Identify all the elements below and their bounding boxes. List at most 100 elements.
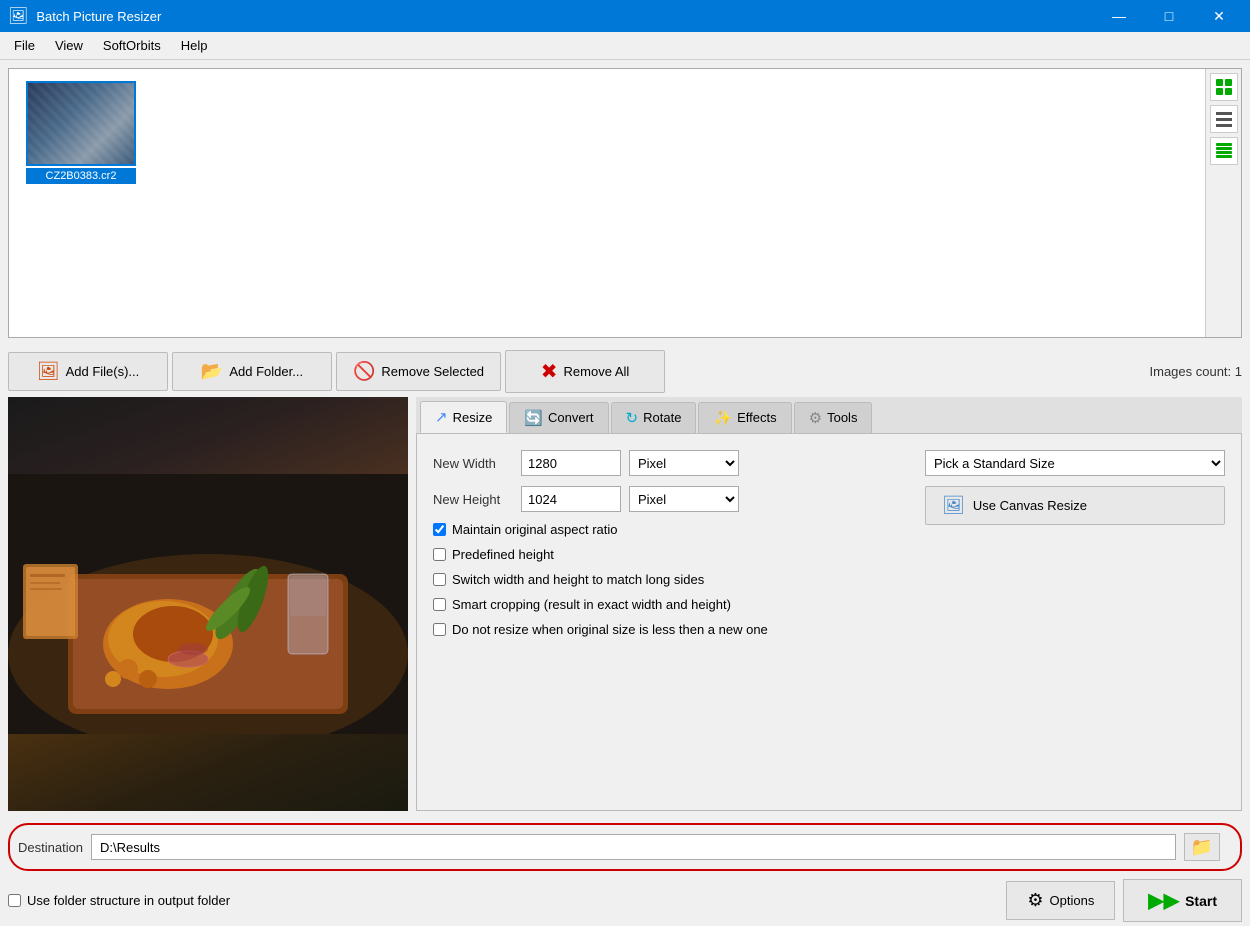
start-arrow-icon: ▶▶ (1148, 888, 1179, 913)
add-folder-label: Add Folder... (229, 364, 303, 379)
bottom-area: ↗ Resize 🔄 Convert ↻ Rotate ✨ Effects ⚙ (0, 397, 1250, 819)
add-files-label: Add File(s)... (66, 364, 140, 379)
width-label: New Width (433, 456, 513, 471)
images-count: Images count: 1 (1150, 364, 1243, 379)
maximize-button[interactable]: □ (1146, 0, 1192, 32)
app-title: Batch Picture Resizer (36, 9, 1096, 24)
title-bar: 🖼 Batch Picture Resizer — □ ✕ (0, 0, 1250, 32)
effects-tab-icon: ✨ (713, 409, 732, 427)
width-row: New Width Pixel Percent Centimeter Inch (433, 450, 885, 476)
height-label: New Height (433, 492, 513, 507)
food-preview-svg (8, 474, 408, 734)
options-button[interactable]: ⚙ Options (1006, 881, 1115, 920)
thumbnail-image (28, 83, 134, 164)
options-label: Options (1050, 893, 1095, 908)
remove-selected-icon: 🚫 (353, 361, 375, 382)
close-button[interactable]: ✕ (1196, 0, 1242, 32)
menu-file[interactable]: File (4, 34, 45, 57)
predefined-height-checkbox[interactable] (433, 548, 446, 561)
tab-resize[interactable]: ↗ Resize (420, 401, 507, 433)
detail-icon (1215, 142, 1233, 160)
effects-tab-label: Effects (737, 410, 777, 425)
height-row: New Height Pixel Percent Centimeter Inch (433, 486, 885, 512)
rotate-tab-label: Rotate (643, 410, 681, 425)
maintain-aspect-label: Maintain original aspect ratio (452, 522, 617, 537)
browse-icon: 📁 (1191, 837, 1213, 858)
no-resize-label: Do not resize when original size is less… (452, 622, 768, 637)
tab-tools[interactable]: ⚙ Tools (794, 402, 873, 433)
no-resize-checkbox[interactable] (433, 623, 446, 636)
add-folder-icon: 📂 (201, 361, 223, 382)
convert-tab-icon: 🔄 (524, 409, 543, 427)
menu-bar: File View SoftOrbits Help (0, 32, 1250, 60)
resize-right-col: Pick a Standard Size 🖼 Use Canvas Resize (925, 450, 1225, 525)
start-label: Start (1185, 893, 1217, 909)
use-folder-structure-row: Use folder structure in output folder (8, 893, 230, 908)
predefined-height-row: Predefined height (433, 547, 885, 562)
canvas-resize-button[interactable]: 🖼 Use Canvas Resize (925, 486, 1225, 525)
destination-input[interactable] (91, 834, 1176, 860)
width-unit-select[interactable]: Pixel Percent Centimeter Inch (629, 450, 739, 476)
width-input[interactable] (521, 450, 621, 476)
canvas-resize-icon: 🖼 (942, 495, 965, 516)
options-gear-icon: ⚙ (1027, 890, 1043, 911)
grid-icon (1215, 78, 1233, 96)
action-bar: 🖼 Add File(s)... 📂 Add Folder... 🚫 Remov… (0, 346, 1250, 397)
resize-tab-panel: New Width Pixel Percent Centimeter Inch (416, 434, 1242, 811)
preview-image (8, 397, 408, 811)
menu-view[interactable]: View (45, 34, 93, 57)
preview-panel (8, 397, 408, 811)
add-files-icon: 🖼 (37, 361, 60, 382)
canvas-resize-label: Use Canvas Resize (973, 498, 1087, 513)
maintain-aspect-row: Maintain original aspect ratio (433, 522, 885, 537)
main-container: CZ2B0383.cr2 (0, 60, 1250, 926)
menu-softorbits[interactable]: SoftOrbits (93, 34, 171, 57)
tab-content-panel: ↗ Resize 🔄 Convert ↻ Rotate ✨ Effects ⚙ (416, 397, 1242, 811)
tabs-row: ↗ Resize 🔄 Convert ↻ Rotate ✨ Effects ⚙ (416, 397, 1242, 434)
destination-section: Destination 📁 (8, 823, 1242, 871)
file-name: CZ2B0383.cr2 (26, 168, 136, 184)
resize-tab-label: Resize (453, 410, 493, 425)
switch-wh-row: Switch width and height to match long si… (433, 572, 885, 587)
add-folder-button[interactable]: 📂 Add Folder... (172, 352, 332, 391)
rotate-tab-icon: ↻ (626, 409, 639, 427)
list-icon (1215, 110, 1233, 128)
thumbnail-pattern (28, 83, 134, 164)
window-controls: — □ ✕ (1096, 0, 1242, 32)
large-icon-view-button[interactable] (1210, 73, 1238, 101)
list-view-button[interactable] (1210, 105, 1238, 133)
bottom-bar: Use folder structure in output folder ⚙ … (0, 875, 1250, 926)
tools-tab-icon: ⚙ (809, 409, 822, 427)
switch-wh-checkbox[interactable] (433, 573, 446, 586)
use-folder-structure-checkbox[interactable] (8, 894, 21, 907)
smart-crop-checkbox[interactable] (433, 598, 446, 611)
remove-all-button[interactable]: ✖ Remove All (505, 350, 665, 393)
standard-size-select[interactable]: Pick a Standard Size (925, 450, 1225, 476)
smart-crop-row: Smart cropping (result in exact width an… (433, 597, 885, 612)
tab-convert[interactable]: 🔄 Convert (509, 402, 608, 433)
height-input[interactable] (521, 486, 621, 512)
smart-crop-label: Smart cropping (result in exact width an… (452, 597, 731, 612)
minimize-button[interactable]: — (1096, 0, 1142, 32)
destination-browse-button[interactable]: 📁 (1184, 833, 1220, 861)
switch-wh-label: Switch width and height to match long si… (452, 572, 704, 587)
tab-effects[interactable]: ✨ Effects (698, 402, 791, 433)
add-files-button[interactable]: 🖼 Add File(s)... (8, 352, 168, 391)
resize-left-col: New Width Pixel Percent Centimeter Inch (433, 450, 885, 637)
no-resize-row: Do not resize when original size is less… (433, 622, 885, 637)
predefined-height-label: Predefined height (452, 547, 554, 562)
tab-rotate[interactable]: ↻ Rotate (611, 402, 697, 433)
side-toolbar (1205, 69, 1241, 337)
list-item[interactable]: CZ2B0383.cr2 (21, 81, 141, 184)
resize-main-area: New Width Pixel Percent Centimeter Inch (433, 450, 1225, 637)
start-button[interactable]: ▶▶ Start (1123, 879, 1242, 922)
remove-all-label: Remove All (564, 364, 630, 379)
height-unit-select[interactable]: Pixel Percent Centimeter Inch (629, 486, 739, 512)
maintain-aspect-checkbox[interactable] (433, 523, 446, 536)
remove-selected-button[interactable]: 🚫 Remove Selected (336, 352, 501, 391)
resize-tab-icon: ↗ (435, 408, 448, 426)
detail-view-button[interactable] (1210, 137, 1238, 165)
destination-label: Destination (18, 840, 83, 855)
menu-help[interactable]: Help (171, 34, 218, 57)
convert-tab-label: Convert (548, 410, 594, 425)
